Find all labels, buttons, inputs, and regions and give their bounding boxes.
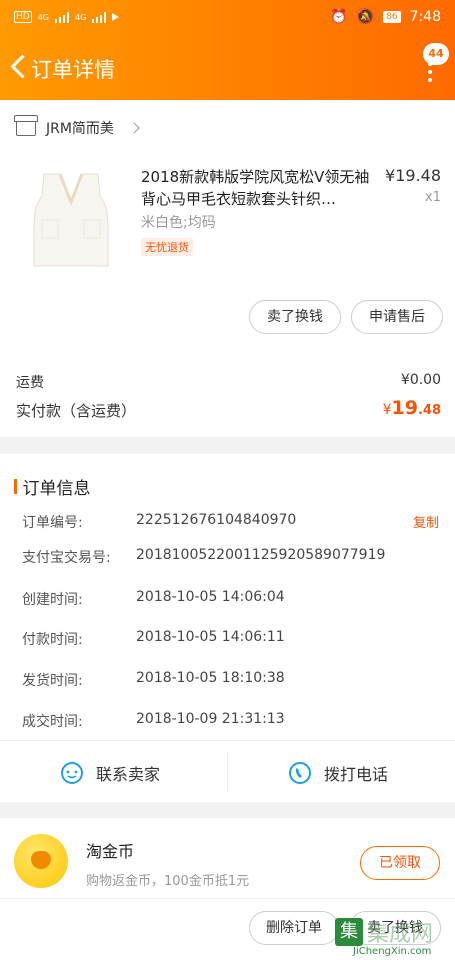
order-product-card: JRM简而美 2018新款韩版学院风宽松V领无袖背心马甲毛衣短款套头针织… ¥1… bbox=[0, 100, 455, 437]
watermark-text: 集成网 bbox=[367, 922, 434, 947]
signal-4g-label-2: 4G bbox=[75, 12, 87, 22]
alipay-trade-label: 支付宝交易号: bbox=[22, 550, 111, 566]
contact-seller-button[interactable]: 联系卖家 bbox=[60, 761, 160, 785]
top-bar: HD 4G 4G ⏰ 🔕 86 7:48 订单详情 44 bbox=[0, 0, 455, 100]
gold-coin-icon bbox=[14, 834, 68, 888]
order-number-value: 222512676104840970 bbox=[136, 512, 297, 528]
total-currency: ¥ bbox=[382, 402, 392, 418]
copy-order-number-button[interactable]: 复制 bbox=[413, 512, 439, 531]
nav-bar: 订单详情 44 bbox=[0, 40, 455, 96]
completed-time-value: 2018-10-09 21:31:13 bbox=[136, 711, 285, 727]
shipping-label: 运费 bbox=[16, 375, 44, 391]
section-accent-bar bbox=[14, 479, 17, 494]
after-sale-button[interactable]: 申请售后 bbox=[351, 300, 443, 334]
page-title: 订单详情 bbox=[31, 58, 115, 82]
total-decimal: .48 bbox=[417, 403, 441, 418]
alarm-icon: ⏰ bbox=[330, 9, 348, 25]
signal-4g-label-1: 4G bbox=[37, 12, 49, 22]
paid-time-label: 付款时间: bbox=[22, 632, 83, 648]
order-number-label: 订单编号: bbox=[22, 515, 83, 531]
shipped-time-label: 发货时间: bbox=[22, 673, 83, 689]
mute-icon: 🔕 bbox=[356, 9, 375, 25]
product-title[interactable]: 2018新款韩版学院风宽松V领无袖背心马甲毛衣短款套头针织… bbox=[141, 166, 373, 210]
total-amount: ¥19.48 bbox=[383, 397, 441, 419]
watermark-logo: 集 集成网 JiChengXin.com bbox=[335, 904, 455, 960]
store-icon bbox=[14, 115, 38, 136]
phone-icon bbox=[289, 762, 311, 784]
delete-order-button[interactable]: 删除订单 bbox=[249, 911, 339, 945]
watermark-url: JiChengXin.com bbox=[353, 946, 432, 957]
message-count-badge: 44 bbox=[423, 43, 449, 65]
alipay-trade-value: 2018100522001125920589077919 bbox=[136, 547, 386, 563]
battery-icon: 86 bbox=[383, 11, 401, 23]
signal-icon-2 bbox=[92, 11, 107, 23]
chevron-right-icon bbox=[128, 122, 140, 134]
product-sku: 米白色;均码 bbox=[141, 215, 216, 231]
chat-icon bbox=[61, 762, 83, 784]
back-icon[interactable] bbox=[8, 54, 28, 80]
product-thumbnail[interactable] bbox=[16, 166, 126, 276]
seller-contact-bar: 联系卖家 拨打电话 bbox=[0, 740, 455, 802]
call-phone-label: 拨打电话 bbox=[324, 765, 389, 784]
taojinbi-title: 淘金币 bbox=[86, 842, 135, 861]
clock-time: 7:48 bbox=[409, 9, 441, 25]
play-icon bbox=[112, 13, 120, 21]
watermark-seal: 集 bbox=[335, 918, 363, 946]
total-label: 实付款（含运费） bbox=[16, 402, 137, 420]
order-info-heading: 订单信息 bbox=[22, 479, 91, 499]
action-divider bbox=[227, 753, 228, 791]
signal-icon bbox=[55, 11, 69, 23]
claimed-button[interactable]: 已领取 bbox=[360, 846, 440, 880]
bottom-action-bar: 删除订单 卖了换钱 集 集成网 JiChengXin.com bbox=[0, 898, 455, 960]
more-menu-icon[interactable] bbox=[423, 62, 437, 86]
call-phone-button[interactable]: 拨打电话 bbox=[288, 761, 388, 785]
taojinbi-subtitle: 购物返金币，100金币抵1元 bbox=[86, 874, 250, 889]
store-name: JRM简而美 bbox=[46, 121, 114, 137]
product-quantity: x1 bbox=[425, 190, 441, 205]
store-link[interactable]: JRM简而美 bbox=[14, 115, 140, 138]
created-time-value: 2018-10-05 14:06:04 bbox=[136, 589, 285, 605]
shipped-time-value: 2018-10-05 18:10:38 bbox=[136, 670, 285, 686]
contact-seller-label: 联系卖家 bbox=[96, 765, 161, 784]
shipping-value: ¥0.00 bbox=[400, 372, 441, 388]
paid-time-value: 2018-10-05 14:06:11 bbox=[136, 629, 285, 645]
hd-indicator: HD bbox=[14, 11, 32, 23]
total-integer: 19 bbox=[391, 397, 418, 419]
worry-free-return-tag: 无忧退货 bbox=[141, 238, 193, 256]
created-time-label: 创建时间: bbox=[22, 592, 83, 608]
completed-time-label: 成交时间: bbox=[22, 714, 83, 730]
sell-for-cash-button[interactable]: 卖了换钱 bbox=[249, 300, 341, 334]
order-info-title: 订单信息 bbox=[14, 474, 91, 499]
product-price: ¥19.48 bbox=[385, 166, 441, 185]
status-bar: HD 4G 4G ⏰ 🔕 86 7:48 bbox=[0, 0, 455, 36]
taojinbi-card: 淘金币 购物返金币，100金币抵1元 已领取 bbox=[0, 818, 455, 898]
